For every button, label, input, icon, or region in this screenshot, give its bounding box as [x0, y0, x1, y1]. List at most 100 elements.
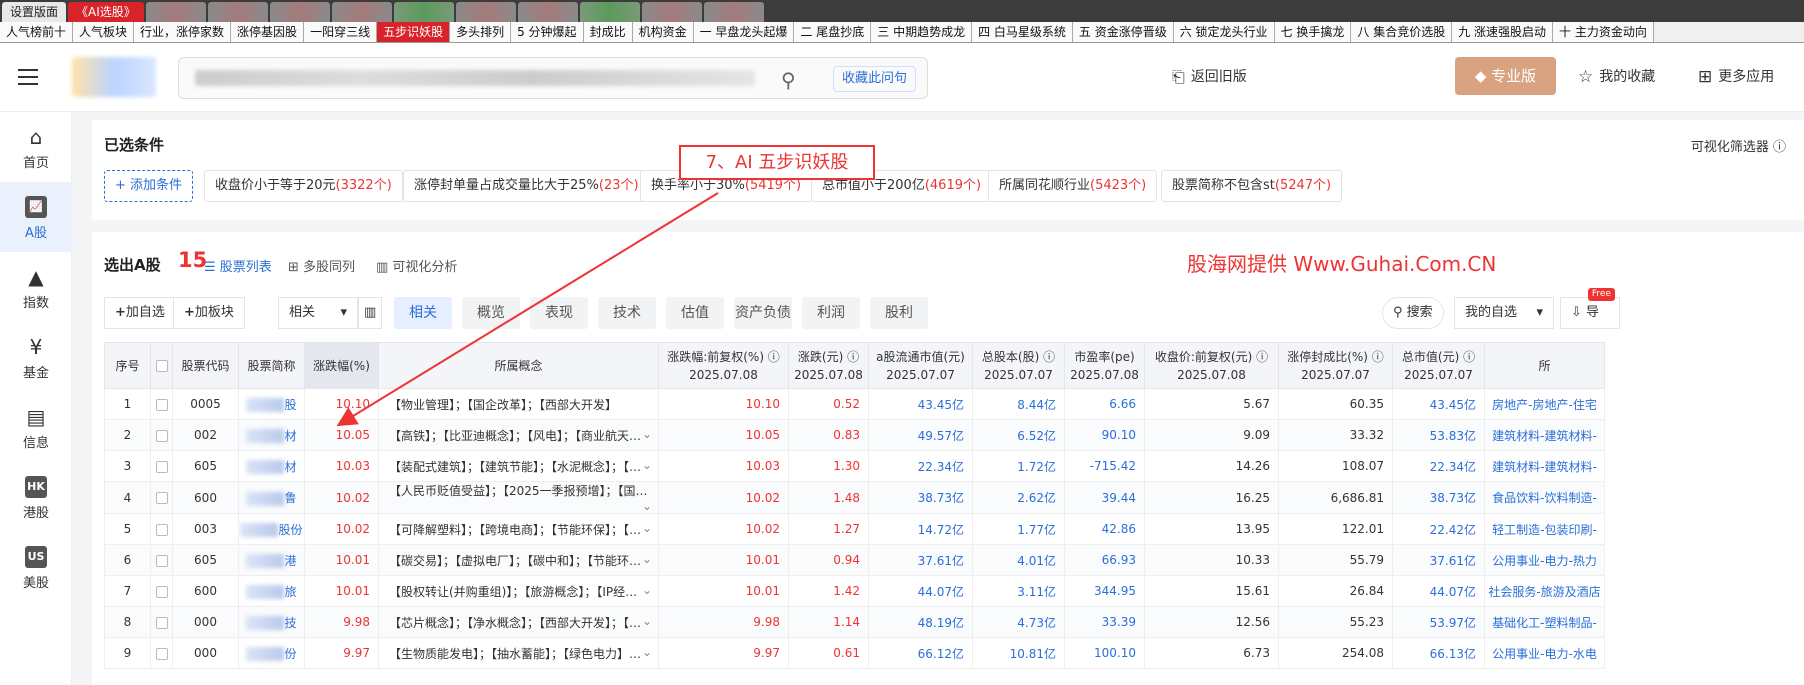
- search-icon[interactable]: ⚲: [781, 68, 796, 92]
- column-header-2[interactable]: 股票代码: [172, 342, 239, 389]
- column-header-8[interactable]: a股流通市值(元) 2025.07.07: [868, 342, 973, 389]
- column-header-10[interactable]: 市盈率(pe) 2025.07.08: [1064, 342, 1145, 389]
- pro-version-button[interactable]: ◆ 专业版: [1455, 57, 1556, 95]
- column-header-1[interactable]: [150, 342, 173, 389]
- column-header-12[interactable]: 涨停封成比(%) ⓘ 2025.07.07: [1278, 342, 1393, 389]
- stock-name[interactable]: 技: [284, 616, 296, 630]
- top-tab-7[interactable]: [455, 2, 516, 22]
- field-tab-4[interactable]: 估值: [666, 297, 724, 329]
- sub-tab-18[interactable]: 九 涨速强股启动: [1452, 22, 1554, 42]
- field-tab-0[interactable]: 相关: [394, 297, 452, 329]
- table-row[interactable]: 7 600 旅 10.01 【股权转让(并购重组)】；【旅游概念】；【IP经… ⌄ 10.0…: [104, 575, 1605, 607]
- cell-code[interactable]: 0005: [172, 388, 239, 420]
- sub-tab-13[interactable]: 四 白马星级系统: [972, 22, 1073, 42]
- cell-chk[interactable]: [150, 637, 173, 669]
- search-box[interactable]: ⚲ 收藏此问句: [178, 57, 928, 99]
- row-checkbox[interactable]: [155, 398, 168, 411]
- row-checkbox[interactable]: [155, 585, 168, 598]
- sub-tab-9[interactable]: 机构资金: [632, 22, 694, 42]
- sub-tab-11[interactable]: 二 尾盘抄底: [794, 22, 872, 42]
- sub-tab-4[interactable]: 一阳穿三线: [304, 22, 378, 42]
- cell-code[interactable]: 605: [172, 544, 239, 576]
- table-row[interactable]: 8 000 技 9.98 【芯片概念】；【净水概念】；【西部大开发】；【… ⌄ 9.98 1.…: [104, 606, 1605, 638]
- cell-code[interactable]: 600: [172, 481, 239, 514]
- cell-name[interactable]: 技: [238, 606, 305, 638]
- cell-code[interactable]: 605: [172, 450, 239, 482]
- column-settings-icon[interactable]: ▥: [358, 297, 382, 329]
- sidebar-item-4[interactable]: ▤ 信息: [0, 392, 72, 462]
- condition-chip[interactable]: 所属同花顺行业(5423个): [988, 170, 1158, 202]
- tab-visual-analysis[interactable]: ▥ 可视化分析: [376, 256, 457, 275]
- stock-name[interactable]: 材: [284, 429, 296, 443]
- tab-stock-list[interactable]: ☰ 股票列表: [204, 256, 272, 275]
- sort-select[interactable]: 相关 ▾: [278, 297, 358, 329]
- column-header-7[interactable]: 涨跌(元) ⓘ 2025.07.08: [788, 342, 869, 389]
- column-header-3[interactable]: 股票简称: [238, 342, 305, 389]
- stock-name[interactable]: 港: [284, 554, 296, 568]
- visual-filter-link[interactable]: 可视化筛选器 ⓘ: [1691, 136, 1786, 155]
- table-row[interactable]: 1 0005 股 10.10 【物业管理】；【国企改革】；【西部大开发】 10.10 0.5…: [104, 388, 1605, 420]
- back-old-version-button[interactable]: ⎗ 返回旧版: [1172, 63, 1247, 91]
- top-tab-5[interactable]: [331, 2, 392, 22]
- cell-name[interactable]: 股: [238, 388, 305, 420]
- cell-chk[interactable]: [150, 575, 173, 607]
- cell-chk[interactable]: [150, 481, 173, 514]
- cell-chk[interactable]: [150, 388, 173, 420]
- field-tab-3[interactable]: 技术: [598, 297, 656, 329]
- sub-tab-12[interactable]: 三 中期趋势成龙: [871, 22, 973, 42]
- sidebar-item-6[interactable]: US 美股: [0, 532, 72, 602]
- row-checkbox[interactable]: [155, 616, 168, 629]
- select-all-checkbox[interactable]: [155, 360, 168, 372]
- sub-tab-0[interactable]: 人气榜前十: [0, 22, 74, 42]
- sub-tab-7[interactable]: 5 分钟爆起: [511, 22, 584, 42]
- field-tab-5[interactable]: 资产负债: [734, 297, 792, 329]
- cell-chk[interactable]: [150, 544, 173, 576]
- column-header-6[interactable]: 涨跌幅:前复权(%) ⓘ 2025.07.08: [658, 342, 789, 389]
- cell-name[interactable]: 材: [238, 450, 305, 482]
- sidebar-item-0[interactable]: ⌂ 首页: [0, 112, 72, 182]
- stock-name[interactable]: 股份: [278, 523, 302, 537]
- row-checkbox[interactable]: [155, 492, 168, 504]
- cell-chk[interactable]: [150, 419, 173, 451]
- row-checkbox[interactable]: [155, 647, 168, 660]
- top-tab-0[interactable]: 设置版面: [2, 2, 67, 22]
- top-tab-2[interactable]: [145, 2, 206, 22]
- sidebar-item-1[interactable]: 📈 A股: [0, 182, 72, 252]
- add-block-button[interactable]: +加板块: [173, 297, 245, 329]
- top-tab-6[interactable]: [393, 2, 454, 22]
- column-header-0[interactable]: 序号: [104, 342, 151, 389]
- stock-name[interactable]: 股: [284, 398, 296, 412]
- add-pick-button[interactable]: +加自选: [104, 297, 176, 329]
- column-header-14[interactable]: 所: [1484, 342, 1605, 389]
- cell-name[interactable]: 旅: [238, 575, 305, 607]
- sub-tab-14[interactable]: 五 资金涨停晋级: [1072, 22, 1174, 42]
- table-row[interactable]: 6 605 港 10.01 【碳交易】；【虚拟电厂】；【碳中和】；【节能环… ⌄ 10.01…: [104, 544, 1605, 576]
- column-header-4[interactable]: 涨跌幅(%): [304, 342, 379, 389]
- cell-chk[interactable]: [150, 606, 173, 638]
- cell-code[interactable]: 002: [172, 419, 239, 451]
- top-tab-1[interactable]: 《AI选股》: [68, 2, 144, 22]
- sub-tab-19[interactable]: 十 主力资金动向: [1553, 22, 1654, 42]
- add-condition-button[interactable]: + 添加条件: [104, 170, 194, 202]
- stock-name[interactable]: 材: [284, 460, 296, 474]
- column-header-13[interactable]: 总市值(元) ⓘ 2025.07.07: [1392, 342, 1485, 389]
- table-row[interactable]: 4 600 鲁 10.02 【人民币贬值受益】；【2025一季报预增】；【国… ⌄ 10.0…: [104, 481, 1605, 514]
- top-tab-9[interactable]: [579, 2, 640, 22]
- sub-tab-6[interactable]: 多头排列: [450, 22, 512, 42]
- sidebar-item-3[interactable]: ¥ 基金: [0, 322, 72, 392]
- search-input[interactable]: [195, 70, 755, 86]
- tab-multi-stock[interactable]: ⊞ 多股同列: [288, 256, 355, 275]
- field-tab-2[interactable]: 表现: [530, 297, 588, 329]
- sub-tab-17[interactable]: 八 集合竞价选股: [1351, 22, 1453, 42]
- sub-tab-2[interactable]: 行业，涨停家数: [134, 22, 232, 42]
- table-row[interactable]: 2 002 材 10.05 【高铁】；【比亚迪概念】；【风电】；【商业航天… ⌄ 10.05…: [104, 419, 1605, 451]
- sub-tab-1[interactable]: 人气板块: [73, 22, 135, 42]
- favorite-query-button[interactable]: 收藏此问句: [833, 66, 917, 92]
- cell-code[interactable]: 600: [172, 575, 239, 607]
- table-row[interactable]: 9 000 份 9.97 【生物质能发电】；【抽水蓄能】；【绿色电力】… ⌄ 9.97 0.6…: [104, 637, 1605, 669]
- sub-tab-16[interactable]: 七 换手擒龙: [1274, 22, 1352, 42]
- export-button[interactable]: ⇩ 导 Free: [1560, 288, 1620, 329]
- sub-tab-5[interactable]: 五步识妖股: [377, 22, 451, 42]
- sub-tab-3[interactable]: 涨停基因股: [231, 22, 305, 42]
- row-checkbox[interactable]: [155, 523, 168, 536]
